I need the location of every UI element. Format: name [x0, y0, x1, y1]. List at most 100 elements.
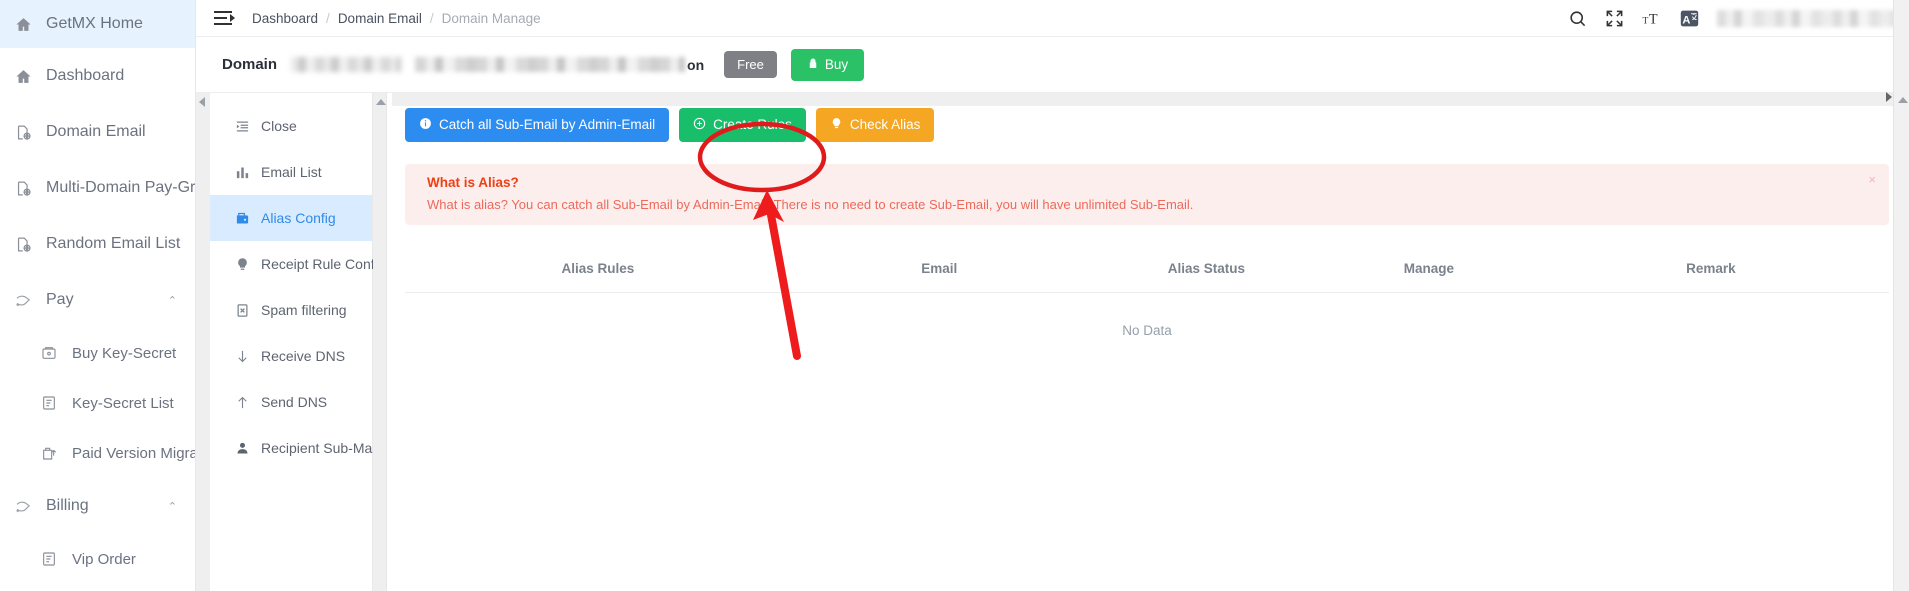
sidebar-item-pay[interactable]: Pay ⌃	[0, 272, 195, 328]
domain-manage-panel: Close Email List Alias Config Receipt Ru…	[210, 93, 1909, 591]
sidebar-item-paid-version-migration[interactable]: Paid Version Migration	[0, 428, 195, 478]
chevron-right-icon[interactable]	[1886, 92, 1892, 102]
horizontal-scroll-left[interactable]	[196, 93, 210, 591]
search-icon[interactable]	[1568, 9, 1587, 28]
breadcrumb-item-domain-email[interactable]: Domain Email	[338, 11, 422, 26]
alert-title: What is Alias?	[427, 174, 519, 190]
domain-icon	[10, 124, 36, 141]
wallet-icon	[36, 345, 62, 361]
domain-submenu: Close Email List Alias Config Receipt Ru…	[210, 93, 386, 591]
sidebar-item-label: Multi-Domain Pay-Group	[46, 179, 196, 196]
sidebar-item-getmx-home[interactable]: GetMX Home	[0, 0, 195, 48]
info-circle-icon	[419, 117, 432, 133]
submenu-item-email-list[interactable]: Email List	[210, 149, 372, 195]
breadcrumb-item-dashboard[interactable]: Dashboard	[252, 11, 318, 26]
chevron-up-icon: ⌃	[167, 500, 177, 513]
submenu-item-spam-filtering[interactable]: Spam filtering	[210, 287, 372, 333]
domain-label: Domain	[222, 56, 278, 73]
chevron-left-icon	[199, 97, 205, 107]
sidebar-item-label: Vip Order	[72, 550, 136, 568]
column-header-alias-rules: Alias Rules	[405, 250, 791, 293]
table-body: No Data	[405, 292, 1889, 368]
panel-vertical-scrollbar[interactable]	[373, 93, 387, 591]
pay-icon	[10, 292, 36, 309]
submenu-item-close[interactable]: Close	[210, 103, 372, 149]
horizontal-scrollbar-track[interactable]	[392, 93, 1893, 106]
fullscreen-icon[interactable]	[1605, 9, 1624, 28]
translate-icon[interactable]: A	[1680, 9, 1699, 28]
sidebar-item-label: Domain Email	[46, 123, 146, 140]
font-size-icon[interactable]: T T	[1642, 9, 1662, 28]
home-icon	[10, 16, 36, 33]
submenu-item-send-dns[interactable]: Send DNS	[210, 379, 372, 425]
spam-icon	[233, 303, 251, 318]
bulb-icon	[233, 257, 251, 272]
submenu-item-label: Recipient Sub-Mail	[261, 440, 379, 456]
domain-icon	[10, 236, 36, 253]
submenu-item-recipient-sub-mail[interactable]: Recipient Sub-Mail	[210, 425, 379, 471]
submenu-item-label: Spam filtering	[261, 302, 347, 318]
domain-icon	[10, 180, 36, 197]
arrow-up-icon	[233, 395, 251, 410]
sidebar-item-label: Dashboard	[46, 67, 125, 84]
sidebar-item-label: Key-Secret List	[72, 394, 174, 412]
domain-summary-bar: Domain on Free Buy	[196, 37, 1909, 93]
app-root: GetMX Home Dashboard Domain Email Multi-	[0, 0, 1909, 591]
sidebar-item-dashboard[interactable]: Dashboard	[0, 48, 195, 104]
sidebar-item-label: Random Email List	[46, 235, 181, 252]
upgrade-icon	[36, 445, 62, 461]
list-icon	[36, 395, 62, 411]
column-header-email: Email	[790, 250, 1088, 293]
top-header: Dashboard / Domain Email / Domain Manage	[196, 0, 1909, 37]
svg-text:T: T	[1649, 11, 1658, 27]
buy-button-label: Buy	[824, 57, 849, 72]
page-vertical-scrollbar[interactable]	[1893, 0, 1909, 591]
sidebar-item-vip-order[interactable]: Vip Order	[0, 534, 195, 584]
close-icon[interactable]: ×	[1868, 173, 1876, 186]
no-data-text: No Data	[1122, 322, 1172, 338]
submenu-item-receive-dns[interactable]: Receive DNS	[210, 333, 372, 379]
chevron-up-icon	[376, 99, 386, 105]
collapse-menu-icon[interactable]	[214, 9, 235, 27]
domain-name-masked-part1	[291, 57, 402, 72]
breadcrumb-separator: /	[326, 10, 330, 26]
column-header-manage: Manage	[1325, 250, 1533, 293]
catch-all-sub-email-button[interactable]: Catch all Sub-Email by Admin-Email	[405, 108, 670, 142]
alias-info-alert: What is Alias? What is alias? You can ca…	[405, 163, 1889, 225]
sidebar-item-random-email-list[interactable]: Random Email List	[0, 216, 195, 272]
sidebar-item-buy-key-secret[interactable]: Buy Key-Secret	[0, 328, 195, 378]
action-button-row: Catch all Sub-Email by Admin-Email Creat…	[405, 108, 1889, 142]
sidebar-item-multi-domain-pay-group[interactable]: Multi-Domain Pay-Group	[0, 160, 195, 216]
table-header: Alias Rules Email Alias Status Manage Re…	[405, 250, 1889, 293]
catch-all-sub-email-label: Catch all Sub-Email by Admin-Email	[439, 117, 656, 132]
submenu-item-label: Close	[261, 118, 297, 134]
list-icon	[36, 551, 62, 567]
plus-circle-icon	[693, 117, 706, 133]
status-badge: Free	[724, 51, 777, 78]
sidebar-item-domain-email[interactable]: Domain Email	[0, 104, 195, 160]
pay-icon	[10, 498, 36, 515]
column-header-remark: Remark	[1532, 250, 1889, 293]
buy-button[interactable]: Buy	[790, 48, 865, 81]
sidebar-item-key-secret-list[interactable]: Key-Secret List	[0, 378, 195, 428]
main-sidebar: GetMX Home Dashboard Domain Email Multi-	[0, 0, 196, 591]
check-alias-button[interactable]: Check Alias	[815, 108, 935, 142]
user-account-name[interactable]	[1717, 9, 1895, 27]
arrow-down-icon	[233, 349, 251, 364]
create-rules-button[interactable]: Create Rules	[679, 108, 806, 142]
alert-description: What is alias? You can catch all Sub-Ema…	[427, 196, 1194, 212]
user-icon	[233, 441, 251, 456]
table-empty-row: No Data	[405, 292, 1889, 368]
alias-rules-table: Alias Rules Email Alias Status Manage Re…	[405, 250, 1889, 368]
sidebar-item-label: Pay	[46, 291, 74, 308]
breadcrumb-separator: /	[429, 10, 434, 26]
translate-glyph: A	[1682, 14, 1690, 26]
check-alias-label: Check Alias	[849, 117, 921, 132]
submenu-item-receipt-rule-config[interactable]: Receipt Rule Config	[210, 241, 386, 287]
submenu-item-label: Send DNS	[261, 394, 328, 410]
sidebar-item-billing[interactable]: Billing ⌃	[0, 478, 195, 534]
submenu-item-label: Receipt Rule Config	[261, 256, 386, 272]
breadcrumb: Dashboard / Domain Email / Domain Manage	[252, 11, 541, 26]
submenu-item-alias-config[interactable]: Alias Config	[210, 195, 372, 241]
domain-name-suffix: on	[687, 56, 705, 73]
